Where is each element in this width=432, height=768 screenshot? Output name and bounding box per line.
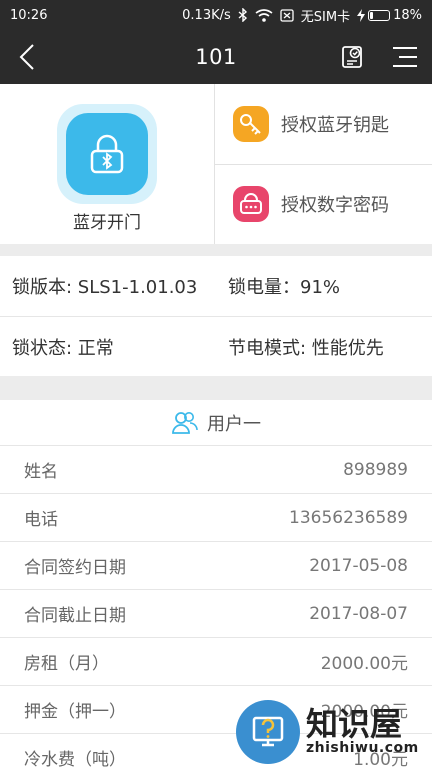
charging-bolt-icon — [357, 8, 366, 22]
key-icon — [233, 105, 269, 142]
lock-info-panel: 锁版本: SLS1-1.01.03 锁电量：91% 锁状态: 正常 节电模式: … — [0, 256, 432, 376]
user-header: 用户一 — [0, 400, 432, 446]
sim-status: 无SIM卡 — [300, 9, 351, 25]
bluetooth-lock-tile — [66, 112, 148, 195]
lock-state: 锁状态: 正常 — [12, 337, 114, 359]
detail-label: 冷水费（吨） — [24, 750, 126, 768]
detail-label: 房租（月） — [24, 654, 109, 674]
detail-label: 电话 — [24, 510, 58, 530]
lock-info-row: 锁状态: 正常 节电模式: 性能优先 — [0, 316, 432, 376]
battery-icon — [368, 9, 391, 21]
auth-bluetooth-key-label: 授权蓝牙钥匙 — [281, 114, 389, 136]
status-icons: 0.13K/s 无SIM卡 18% — [182, 6, 422, 25]
bluetooth-open-button[interactable]: 蓝牙开门 — [0, 84, 215, 244]
status-time: 10:26 — [10, 7, 48, 23]
lock-battery: 锁电量：91% — [228, 277, 341, 298]
record-check-icon — [342, 46, 362, 68]
keypad-icon — [233, 186, 269, 223]
battery-fill — [370, 11, 374, 19]
auth-pin-label: 授权数字密码 — [281, 195, 389, 217]
detail-label: 姓名 — [24, 462, 58, 482]
auth-bluetooth-key-button[interactable]: 授权蓝牙钥匙 — [215, 84, 432, 164]
lock-info-row: 锁版本: SLS1-1.01.03 锁电量：91% — [0, 256, 432, 316]
lock-halo — [57, 103, 157, 204]
section-gap — [0, 376, 432, 400]
detail-value: 2000.00元 — [320, 654, 408, 674]
watermark-cn: 知识屋 — [306, 704, 403, 743]
no-sim-icon — [280, 8, 294, 22]
detail-value: 2017-05-08 — [309, 555, 408, 576]
auth-pin-button[interactable]: 授权数字密码 — [215, 163, 432, 245]
bluetooth-open-label: 蓝牙开门 — [73, 212, 141, 233]
bluetooth-lock-icon — [90, 134, 124, 173]
record-button[interactable] — [338, 42, 368, 72]
chevron-left-icon — [19, 44, 34, 70]
detail-value: 13656236589 — [289, 507, 408, 528]
detail-label: 合同签约日期 — [24, 558, 126, 578]
watermark-en: zhishiwu.com — [306, 740, 419, 757]
detail-value: 2017-08-07 — [309, 603, 408, 624]
battery-percent: 18% — [393, 7, 422, 23]
back-button[interactable] — [12, 42, 42, 72]
bluetooth-icon — [238, 8, 247, 22]
watermark-text: 知识屋 zhishiwu.com — [306, 704, 419, 757]
menu-lines-icon — [393, 47, 417, 67]
watermark: 知识屋 zhishiwu.com — [232, 696, 432, 768]
section-gap — [0, 244, 432, 256]
detail-row: 房租（月） 2000.00元 — [0, 638, 432, 686]
status-bar: 10:26 0.13K/s 无SIM卡 18% — [0, 0, 432, 30]
action-panel: 蓝牙开门 授权蓝牙钥匙 授权数字密码 — [0, 84, 432, 244]
detail-row: 合同截止日期 2017-08-07 — [0, 590, 432, 638]
auth-actions: 授权蓝牙钥匙 授权数字密码 — [215, 84, 432, 244]
battery-indicator: 18% — [357, 8, 422, 23]
detail-value: 898989 — [343, 459, 408, 480]
detail-row: 电话 13656236589 — [0, 494, 432, 542]
users-icon — [172, 411, 198, 434]
detail-label: 合同截止日期 — [24, 606, 126, 626]
menu-button[interactable] — [390, 42, 420, 72]
detail-row: 姓名 898989 — [0, 446, 432, 494]
nav-bar: 101 — [0, 30, 432, 84]
lock-power-mode: 节电模式: 性能优先 — [228, 337, 384, 359]
detail-label: 押金（押一） — [24, 702, 126, 722]
wifi-icon — [255, 8, 273, 22]
watermark-logo-icon — [236, 700, 300, 764]
net-speed: 0.13K/s — [182, 7, 231, 23]
user-title: 用户一 — [207, 413, 261, 435]
lock-version: 锁版本: SLS1-1.01.03 — [12, 277, 198, 298]
detail-row: 合同签约日期 2017-05-08 — [0, 542, 432, 590]
